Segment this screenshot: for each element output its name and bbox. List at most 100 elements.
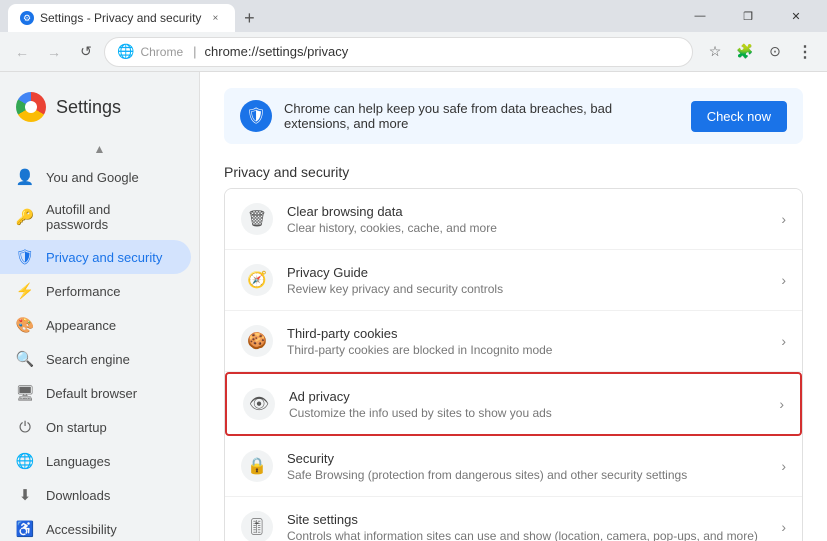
item-title-security: Security — [287, 451, 767, 466]
settings-item-privacy-guide[interactable]: 🧭 Privacy Guide Review key privacy and s… — [225, 250, 802, 311]
sidebar-item-default-browser[interactable]: 🖥 Default browser — [0, 376, 191, 410]
section-title: Privacy and security — [224, 164, 803, 180]
sidebar-icon-languages: 🌐 — [16, 452, 34, 470]
sidebar-label-downloads: Downloads — [46, 488, 110, 503]
maximize-button[interactable]: ❐ — [725, 0, 771, 32]
item-title-third-party-cookies: Third-party cookies — [287, 326, 767, 341]
chevron-icon-privacy-guide: › — [781, 272, 786, 288]
item-title-clear-browsing: Clear browsing data — [287, 204, 767, 219]
sidebar-label-privacy: Privacy and security — [46, 250, 162, 265]
sidebar-label-languages: Languages — [46, 454, 110, 469]
item-icon-ad-privacy: 👁 — [243, 388, 275, 420]
sidebar-item-privacy[interactable]: 🛡 Privacy and security — [0, 240, 191, 274]
titlebar: Settings - Privacy and security × + — ❐ … — [0, 0, 827, 32]
security-banner: 🛡 Chrome can help keep you safe from dat… — [224, 88, 803, 144]
extension-button[interactable]: 🧩 — [731, 38, 759, 66]
item-desc-site-settings: Controls what information sites can use … — [287, 529, 767, 541]
settings-list: 🗑 Clear browsing data Clear history, coo… — [224, 188, 803, 541]
item-desc-ad-privacy: Customize the info used by sites to show… — [289, 406, 765, 420]
window-controls: — ❐ ✕ — [677, 0, 819, 32]
item-content-clear-browsing: Clear browsing data Clear history, cooki… — [287, 204, 767, 235]
sidebar-label-accessibility: Accessibility — [46, 522, 117, 537]
sidebar-item-languages[interactable]: 🌐 Languages — [0, 444, 191, 478]
chrome-menu-button[interactable]: ⋮ — [791, 38, 819, 66]
sidebar-icon-performance: ⚡ — [16, 282, 34, 300]
profile-button[interactable]: ⊙ — [761, 38, 789, 66]
address-actions: ☆ 🧩 ⊙ ⋮ — [701, 38, 819, 66]
content-area: 🛡 Chrome can help keep you safe from dat… — [200, 72, 827, 541]
sidebar-icon-default-browser: 🖥 — [16, 384, 34, 402]
sidebar-label-performance: Performance — [46, 284, 120, 299]
item-desc-privacy-guide: Review key privacy and security controls — [287, 282, 767, 296]
settings-item-site-settings[interactable]: 🎚 Site settings Controls what informatio… — [225, 497, 802, 541]
main-container: Settings ▲ 👤 You and Google 🔑 Autofill a… — [0, 72, 827, 541]
sidebar-title: Settings — [56, 97, 121, 118]
sidebar-item-you-and-google[interactable]: 👤 You and Google — [0, 160, 191, 194]
minimize-button[interactable]: — — [677, 0, 723, 32]
url-text: chrome://settings/privacy — [205, 44, 349, 59]
item-icon-security: 🔒 — [241, 450, 273, 482]
sidebar-label-you-and-google: You and Google — [46, 170, 139, 185]
sidebar-icon-search-engine: 🔍 — [16, 350, 34, 368]
chrome-logo — [16, 92, 46, 122]
sidebar-item-appearance[interactable]: 🎨 Appearance — [0, 308, 191, 342]
tab-favicon — [20, 11, 34, 25]
sidebar-icon-appearance: 🎨 — [16, 316, 34, 334]
close-button[interactable]: ✕ — [773, 0, 819, 32]
item-desc-third-party-cookies: Third-party cookies are blocked in Incog… — [287, 343, 767, 357]
item-content-third-party-cookies: Third-party cookies Third-party cookies … — [287, 326, 767, 357]
item-content-site-settings: Site settings Controls what information … — [287, 512, 767, 541]
item-title-site-settings: Site settings — [287, 512, 767, 527]
sidebar-item-downloads[interactable]: ⬇ Downloads — [0, 478, 191, 512]
settings-item-security[interactable]: 🔒 Security Safe Browsing (protection fro… — [225, 436, 802, 497]
sidebar-item-autofill[interactable]: 🔑 Autofill and passwords — [0, 194, 191, 240]
item-content-privacy-guide: Privacy Guide Review key privacy and sec… — [287, 265, 767, 296]
item-desc-clear-browsing: Clear history, cookies, cache, and more — [287, 221, 767, 235]
item-icon-clear-browsing: 🗑 — [241, 203, 273, 235]
item-desc-security: Safe Browsing (protection from dangerous… — [287, 468, 767, 482]
chevron-icon-third-party-cookies: › — [781, 333, 786, 349]
sidebar-scroll-indicator: ▲ — [0, 138, 199, 160]
back-button[interactable]: ← — [8, 38, 36, 66]
forward-button[interactable]: → — [40, 38, 68, 66]
sidebar-item-accessibility[interactable]: ♿ Accessibility — [0, 512, 191, 541]
sidebar-label-appearance: Appearance — [46, 318, 116, 333]
domain-text: Chrome — [140, 45, 183, 59]
item-icon-third-party-cookies: 🍪 — [241, 325, 273, 357]
sidebar-item-on-startup[interactable]: ⏻ On startup — [0, 410, 191, 444]
tab-close-button[interactable]: × — [207, 10, 223, 26]
settings-item-clear-browsing[interactable]: 🗑 Clear browsing data Clear history, coo… — [225, 189, 802, 250]
settings-item-ad-privacy[interactable]: 👁 Ad privacy Customize the info used by … — [225, 372, 802, 436]
new-tab-button[interactable]: + — [235, 4, 263, 32]
sidebar: Settings ▲ 👤 You and Google 🔑 Autofill a… — [0, 72, 200, 541]
tab-bar: Settings - Privacy and security × + — [8, 0, 263, 32]
chevron-icon-security: › — [781, 458, 786, 474]
sidebar-icon-on-startup: ⏻ — [16, 418, 34, 436]
sidebar-icon-accessibility: ♿ — [16, 520, 34, 538]
sidebar-item-performance[interactable]: ⚡ Performance — [0, 274, 191, 308]
settings-item-third-party-cookies[interactable]: 🍪 Third-party cookies Third-party cookie… — [225, 311, 802, 372]
item-content-security: Security Safe Browsing (protection from … — [287, 451, 767, 482]
globe-icon: 🌐 — [117, 43, 134, 60]
item-title-privacy-guide: Privacy Guide — [287, 265, 767, 280]
banner-text: Chrome can help keep you safe from data … — [284, 101, 679, 131]
sidebar-nav: 👤 You and Google 🔑 Autofill and password… — [0, 160, 199, 541]
chevron-icon-site-settings: › — [781, 519, 786, 535]
check-now-button[interactable]: Check now — [691, 101, 787, 132]
sidebar-item-search-engine[interactable]: 🔍 Search engine — [0, 342, 191, 376]
item-icon-site-settings: 🎚 — [241, 511, 273, 541]
chevron-icon-ad-privacy: › — [779, 396, 784, 412]
sidebar-header: Settings — [0, 80, 199, 134]
refresh-button[interactable]: ↺ — [72, 38, 100, 66]
separator: | — [193, 44, 196, 59]
sidebar-icon-you-and-google: 👤 — [16, 168, 34, 186]
item-title-ad-privacy: Ad privacy — [289, 389, 765, 404]
item-content-ad-privacy: Ad privacy Customize the info used by si… — [289, 389, 765, 420]
address-field[interactable]: 🌐 Chrome | chrome://settings/privacy — [104, 37, 693, 67]
chevron-icon-clear-browsing: › — [781, 211, 786, 227]
sidebar-icon-downloads: ⬇ — [16, 486, 34, 504]
bookmark-button[interactable]: ☆ — [701, 38, 729, 66]
banner-icon: 🛡 — [240, 100, 272, 132]
active-tab[interactable]: Settings - Privacy and security × — [8, 4, 235, 32]
sidebar-label-search-engine: Search engine — [46, 352, 130, 367]
